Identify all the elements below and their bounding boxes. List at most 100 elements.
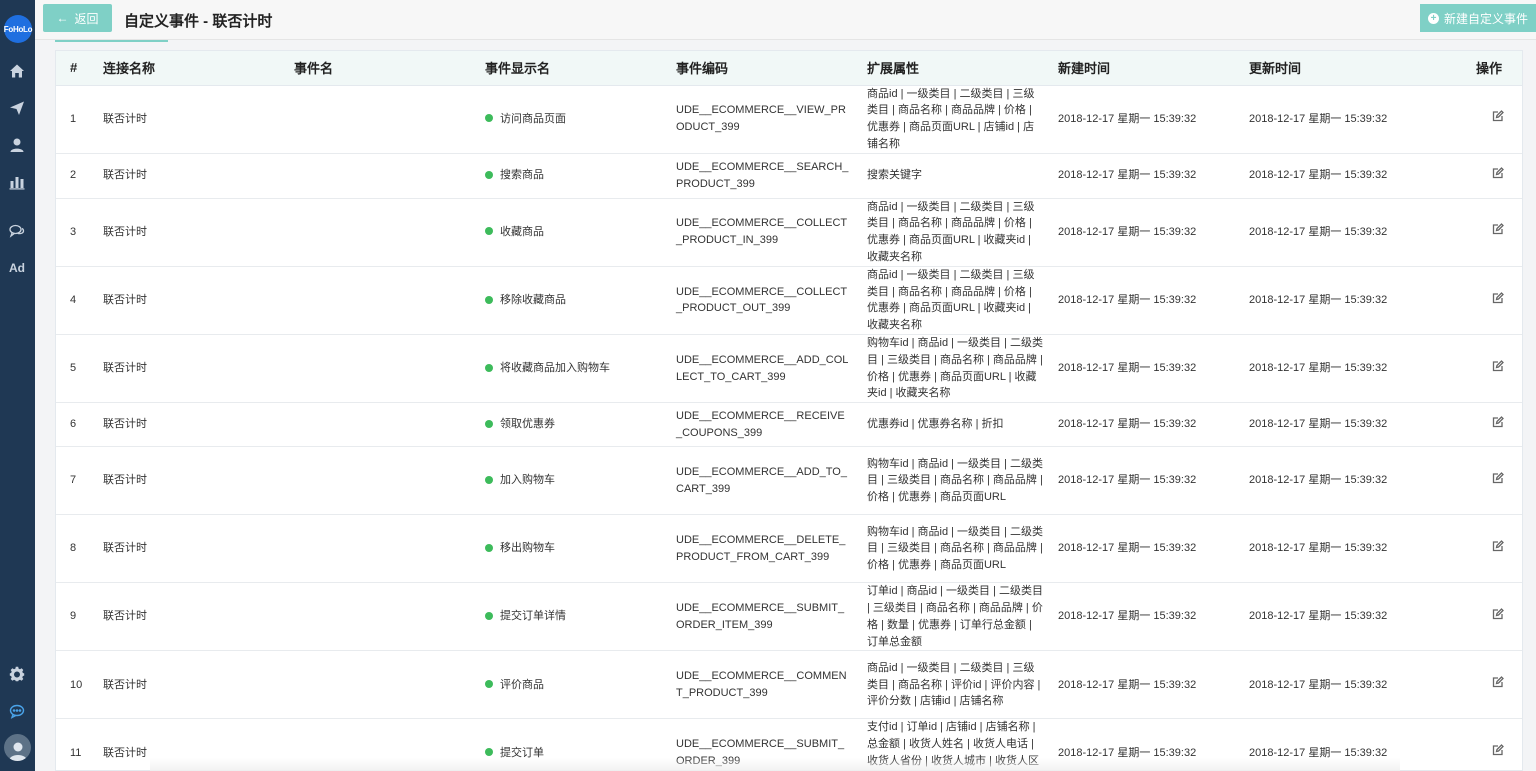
edit-icon[interactable] [1492,676,1504,688]
row-connection-name: 联否计时 [103,153,294,199]
app-logo[interactable]: FoHoLo [4,15,33,43]
row-created-time: 2018-12-17 星期一 15:39:32 [1058,153,1249,199]
row-index: 6 [56,402,103,448]
row-created-time: 2018-12-17 星期一 15:39:32 [1058,198,1249,267]
row-actions [1440,514,1522,584]
edit-icon[interactable] [1492,608,1504,620]
ad-icon[interactable]: Ad [7,258,27,278]
row-display-name: 评价商品 [485,650,676,720]
status-dot [485,114,493,123]
row-created-time: 2018-12-17 星期一 15:39:32 [1058,446,1249,516]
row-index: 11 [56,718,103,770]
edit-icon[interactable] [1492,539,1504,552]
column-header-event-code: 事件编码 [676,51,867,86]
edit-icon[interactable] [1492,110,1504,122]
row-index: 7 [56,446,103,516]
message-icon[interactable] [7,701,27,721]
row-updated-time: 2018-12-17 星期一 15:39:32 [1249,446,1440,516]
column-header-updated-time: 更新时间 [1249,51,1440,86]
status-dot [485,227,493,236]
row-index: 5 [56,334,103,404]
row-event-code: UDE__ECOMMERCE__COMMENT_PRODUCT_399 [676,650,867,720]
row-display-name-text: 搜索商品 [500,169,544,182]
row-actions [1440,402,1522,448]
row-event-name [294,402,485,448]
row-display-name: 移除收藏商品 [485,266,676,336]
row-actions [1440,446,1522,516]
row-display-name-text: 提交订单详情 [500,610,566,623]
table-row: 3 联否计时 收藏商品 UDE__ECOMMERCE__COLLECT_PROD… [56,198,1522,267]
edit-icon[interactable] [1492,166,1504,179]
row-created-time: 2018-12-17 星期一 15:39:32 [1058,402,1249,448]
row-created-time: 2018-12-17 星期一 15:39:32 [1058,514,1249,584]
row-extended-attributes: 商品id | 一级类目 | 二级类目 | 三级类目 | 商品名称 | 商品品牌 … [867,266,1058,336]
table-row: 1 联否计时 访问商品页面 UDE__ECOMMERCE__VIEW_PRODU… [56,85,1522,154]
row-connection-name: 联否计时 [103,446,294,516]
row-updated-time: 2018-12-17 星期一 15:39:32 [1249,153,1440,199]
row-connection-name: 联否计时 [103,266,294,336]
row-index: 1 [56,85,103,154]
back-button[interactable]: ← 返回 [43,4,112,32]
events-table: # 连接名称 事件名 事件显示名 事件编码 扩展属性 新建时间 更新时间 操作 … [55,50,1523,771]
edit-icon[interactable] [1492,744,1504,756]
page-title: 自定义事件 - 联否计时 [124,13,273,30]
status-dot [485,295,493,304]
row-connection-name: 联否计时 [103,334,294,404]
row-display-name-text: 移除收藏商品 [500,294,566,307]
bottom-fade [150,758,1400,771]
row-extended-attributes: 商品id | 一级类目 | 二级类目 | 三级类目 | 商品名称 | 商品品牌 … [867,85,1058,154]
row-event-code: UDE__ECOMMERCE__COLLECT_PRODUCT_IN_399 [676,198,867,267]
row-display-name: 领取优惠券 [485,402,676,448]
table-row: 8 联否计时 移出购物车 UDE__ECOMMERCE__DELETE_PROD… [56,514,1522,584]
header: ← 返回 自定义事件 - 联否计时 + 新建自定义事件 [35,0,1536,42]
row-display-name: 收藏商品 [485,198,676,267]
chat-icon[interactable] [7,221,27,241]
new-custom-event-button[interactable]: + 新建自定义事件 [1420,4,1536,32]
row-connection-name: 联否计时 [103,514,294,584]
row-event-name [294,650,485,720]
row-actions [1440,198,1522,267]
back-button-label: 返回 [74,11,99,26]
row-updated-time: 2018-12-17 星期一 15:39:32 [1249,514,1440,584]
row-connection-name: 联否计时 [103,198,294,267]
row-display-name-text: 领取优惠券 [500,418,555,431]
column-header-actions: 操作 [1440,51,1522,86]
row-display-name: 访问商品页面 [485,85,676,154]
user-icon[interactable] [7,135,27,155]
row-display-name-text: 访问商品页面 [500,112,566,125]
row-updated-time: 2018-12-17 星期一 15:39:32 [1249,85,1440,154]
row-display-name-text: 将收藏商品加入购物车 [500,362,610,375]
row-display-name: 移出购物车 [485,514,676,584]
row-extended-attributes: 商品id | 一级类目 | 二级类目 | 三级类目 | 商品名称 | 商品品牌 … [867,198,1058,267]
row-updated-time: 2018-12-17 星期一 15:39:32 [1249,198,1440,267]
send-icon[interactable] [7,98,27,118]
row-connection-name: 联否计时 [103,85,294,154]
edit-icon[interactable] [1492,223,1504,235]
edit-icon[interactable] [1492,359,1504,372]
row-updated-time: 2018-12-17 星期一 15:39:32 [1249,582,1440,652]
column-header-display-name: 事件显示名 [485,51,676,86]
row-extended-attributes: 购物车id | 商品id | 一级类目 | 二级类目 | 三级类目 | 商品名称… [867,514,1058,584]
row-display-name: 将收藏商品加入购物车 [485,334,676,404]
status-dot [485,748,493,757]
row-index: 9 [56,582,103,652]
row-display-name-text: 提交订单 [500,746,544,759]
row-display-name-text: 评价商品 [500,678,544,691]
row-actions [1440,85,1522,154]
plus-circle-icon: + [1427,12,1439,24]
new-custom-event-label: 新建自定义事件 [1443,11,1528,26]
edit-icon[interactable] [1492,471,1504,484]
edit-icon[interactable] [1492,291,1504,304]
home-icon[interactable] [7,61,27,81]
row-extended-attributes: 商品id | 一级类目 | 二级类目 | 三级类目 | 商品名称 | 评价id … [867,650,1058,720]
column-header-created-time: 新建时间 [1058,51,1249,86]
row-created-time: 2018-12-17 星期一 15:39:32 [1058,334,1249,404]
edit-icon[interactable] [1492,415,1504,428]
row-actions [1440,153,1522,199]
bar-chart-icon[interactable] [7,172,27,192]
row-extended-attributes: 优惠券id | 优惠券名称 | 折扣 [867,402,1058,448]
gear-icon[interactable] [7,664,27,684]
avatar[interactable] [4,734,31,761]
row-event-name [294,582,485,652]
arrow-left-icon: ← [56,11,69,25]
